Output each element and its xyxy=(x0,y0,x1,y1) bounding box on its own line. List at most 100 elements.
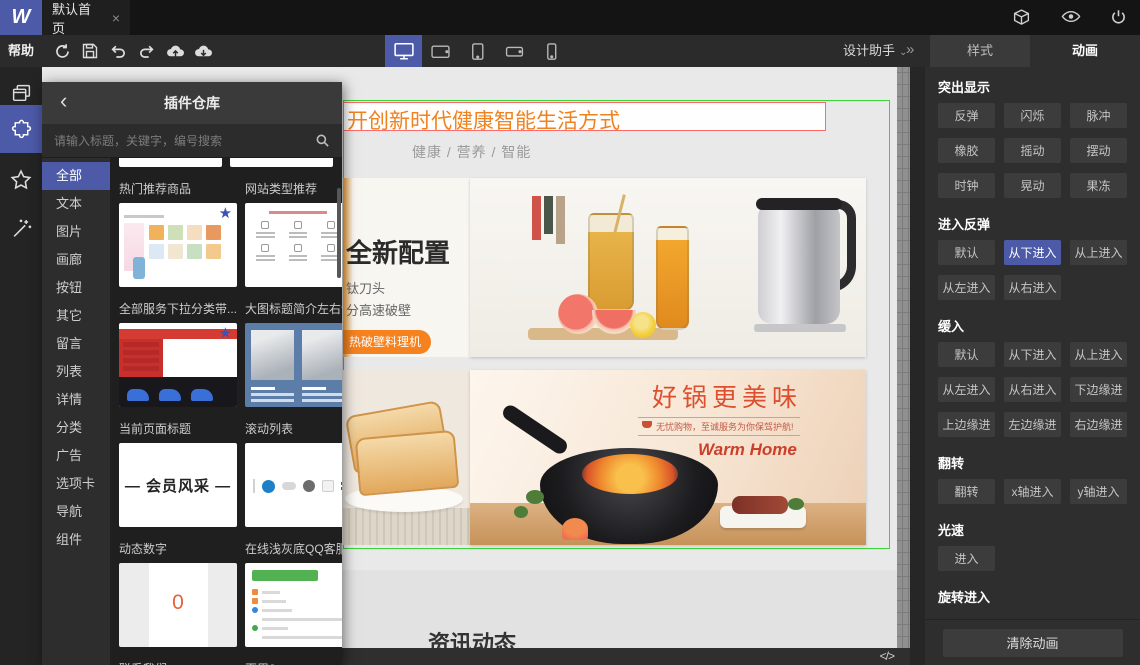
plugin-category-item[interactable]: 留言 xyxy=(42,330,110,358)
favorite-star-icon[interactable]: ★ xyxy=(219,326,232,341)
animation-option-button[interactable]: 果冻 xyxy=(1070,173,1127,198)
banner-wok-photo[interactable]: 好锅更美味 无忧购物，至诚服务为你保驾护航! Warm Home xyxy=(470,370,866,545)
tab-animation[interactable]: 动画 xyxy=(1030,35,1140,67)
save-icon[interactable] xyxy=(82,43,99,60)
animation-option-button[interactable]: 从右进入 xyxy=(1004,377,1061,402)
favorite-star-icon[interactable]: ★ xyxy=(219,206,232,221)
animation-option-button[interactable]: 晃动 xyxy=(1004,173,1061,198)
plugin-search-input[interactable] xyxy=(54,133,315,148)
wok-handle xyxy=(500,402,570,457)
page-tab[interactable]: 默认首页 × xyxy=(42,0,130,36)
animation-option-button[interactable]: 默认 xyxy=(938,240,995,265)
animation-option-button[interactable]: 从下进入 xyxy=(1004,240,1061,265)
plugin-category-item[interactable]: 详情 xyxy=(42,386,110,414)
plugin-category-item[interactable]: 按钮 xyxy=(42,274,110,302)
animation-option-button[interactable]: 闪烁 xyxy=(1004,103,1061,128)
plugin-card-page-title[interactable]: — 会员风采 — xyxy=(119,443,238,527)
plugin-category-item[interactable]: 画廊 xyxy=(42,246,110,274)
app-logo[interactable]: W xyxy=(0,0,42,35)
animation-option-button[interactable]: 脉冲 xyxy=(1070,103,1127,128)
plugin-card-image-switcher[interactable] xyxy=(245,323,342,407)
animation-option-button[interactable]: 右边缘进 xyxy=(1070,412,1127,437)
cloud-download-icon[interactable] xyxy=(194,43,212,60)
plugin-category-item[interactable]: 选项卡 xyxy=(42,470,110,498)
animation-option-button[interactable]: 时钟 xyxy=(938,173,995,198)
news-section-title[interactable]: 资讯动态 xyxy=(428,626,516,648)
animation-option-button[interactable]: 从右进入 xyxy=(1004,275,1061,300)
animation-option-button[interactable]: 摆动 xyxy=(1070,138,1127,163)
design-assistant-dropdown[interactable]: 设计助手 ⌄ xyxy=(843,35,907,67)
animation-section: 进入反弹 默认 从下进入 从上进入 从左进入 从右进入 xyxy=(938,214,1127,300)
device-tablet-portrait-button[interactable] xyxy=(459,35,496,67)
sidebar-item-tools[interactable] xyxy=(0,205,42,251)
animation-option-button[interactable]: 上边缘进 xyxy=(938,412,995,437)
device-phone-portrait-button[interactable] xyxy=(533,35,570,67)
power-icon[interactable] xyxy=(1110,9,1130,27)
animation-option-button[interactable]: 左边缘进 xyxy=(1004,412,1061,437)
plugin-category-item[interactable]: 导航 xyxy=(42,498,110,526)
animation-section: 旋转进入 xyxy=(938,587,1127,605)
animation-option-button[interactable]: x轴进入 xyxy=(1004,479,1061,504)
collapse-panel-chevrons[interactable]: » xyxy=(906,35,914,67)
tab-style[interactable]: 样式 xyxy=(930,35,1030,67)
plugin-category-item[interactable]: 其它 xyxy=(42,302,110,330)
plugin-category-item[interactable]: 文本 xyxy=(42,190,110,218)
animation-option-button[interactable]: 从上进入 xyxy=(1070,240,1127,265)
help-button[interactable]: 帮助 xyxy=(8,35,34,67)
animation-option-button[interactable]: 橡胶 xyxy=(938,138,995,163)
plugin-title: 滚动列表 xyxy=(245,422,294,436)
banner-blender-line1: 钛刀头 xyxy=(346,281,386,296)
plugin-card-clipped[interactable] xyxy=(230,158,333,167)
animation-option-button[interactable]: 从左进入 xyxy=(938,275,995,300)
plugin-card-clipped[interactable] xyxy=(119,158,222,167)
plugin-card-hot-products[interactable]: ★ xyxy=(119,203,238,287)
device-desktop-button[interactable] xyxy=(385,35,422,67)
animation-option-button[interactable]: 进入 xyxy=(938,546,995,571)
plugin-card-scroll-list[interactable]: ★ xyxy=(245,443,342,527)
banner-toast-photo[interactable] xyxy=(343,370,470,545)
banner-kettle-photo[interactable] xyxy=(470,178,866,357)
redo-icon[interactable] xyxy=(138,43,155,60)
plugin-categories: 全部 文本 图片 画廊 按钮 其它 留言 列表 详情 分类 广告 选项卡 导航 组件 xyxy=(42,158,110,665)
search-icon[interactable] xyxy=(315,133,330,148)
plugin-card-site-types[interactable]: ★ xyxy=(245,203,342,287)
refresh-icon[interactable] xyxy=(54,43,71,60)
animation-sections: 突出显示 反弹 闪烁 脉冲 橡胶 摇动 摆动 时钟 晃动 果冻 进入反弹 默认 从下进入 从上进入 从左进入… xyxy=(925,67,1140,615)
animation-option-button[interactable]: 从上进入 xyxy=(1070,342,1127,367)
plugin-category-item[interactable]: 分类 xyxy=(42,414,110,442)
animation-option-button[interactable]: 下边缘进 xyxy=(1070,377,1127,402)
clear-animation-button[interactable]: 清除动画 xyxy=(942,628,1123,657)
animation-option-button[interactable]: y轴进入 xyxy=(1070,479,1127,504)
components-cube-icon[interactable] xyxy=(1012,8,1032,27)
plugin-card-qq-service[interactable] xyxy=(245,563,342,647)
animation-option-button[interactable]: 摇动 xyxy=(1004,138,1061,163)
plugin-category-item[interactable]: 广告 xyxy=(42,442,110,470)
plugin-category-item[interactable]: 列表 xyxy=(42,358,110,386)
cloud-upload-icon[interactable] xyxy=(166,43,184,60)
plugin-category-item[interactable]: 组件 xyxy=(42,526,110,554)
sidebar-item-plugins[interactable] xyxy=(0,105,42,153)
plugin-panel-scrollbar[interactable] xyxy=(337,188,341,278)
canvas-scrollbar-ruler[interactable] xyxy=(897,67,910,648)
device-tablet-landscape-button[interactable] xyxy=(422,35,459,67)
decor-book xyxy=(532,196,541,240)
tab-close-icon[interactable]: × xyxy=(112,10,120,26)
undo-icon[interactable] xyxy=(110,43,127,60)
hero-subtitle-text[interactable]: 健康 / 营养 / 智能 xyxy=(412,142,531,162)
plugin-card-services-dropdown[interactable]: ★ xyxy=(119,323,238,407)
sidebar-item-favorites[interactable] xyxy=(0,157,42,203)
plugin-card-dynamic-number[interactable]: 0 xyxy=(119,563,238,647)
device-phone-landscape-button[interactable] xyxy=(496,35,533,67)
preview-eye-icon[interactable] xyxy=(1061,9,1081,27)
banner-blender[interactable]: 全新配置 钛刀头 分高速破壁 热破壁料理机 xyxy=(343,178,470,357)
animation-option-button[interactable]: 从左进入 xyxy=(938,377,995,402)
code-view-icon[interactable]: </> xyxy=(880,649,895,663)
plugin-category-item[interactable]: 全部 xyxy=(42,162,110,190)
animation-option-button[interactable]: 默认 xyxy=(938,342,995,367)
hero-title-text[interactable]: 开创新时代健康智能生活方式 xyxy=(347,105,620,135)
plugin-category-item[interactable]: 图片 xyxy=(42,218,110,246)
animation-option-button[interactable]: 反弹 xyxy=(938,103,995,128)
logo-letter: W xyxy=(11,6,31,28)
animation-option-button[interactable]: 从下进入 xyxy=(1004,342,1061,367)
animation-option-button[interactable]: 翻转 xyxy=(938,479,995,504)
